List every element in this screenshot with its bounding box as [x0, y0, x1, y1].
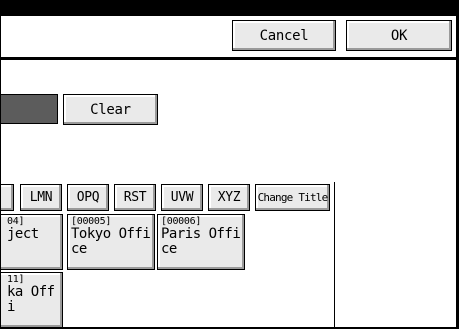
clear-button-label: Clear — [90, 101, 131, 118]
tab-partial[interactable] — [1, 184, 14, 211]
tab-xyz-label: XYZ — [217, 190, 241, 205]
destination-key-partial-2[interactable]: 11] ka Offi — [1, 272, 63, 327]
destination-key-partial-1[interactable]: 04] ject — [1, 214, 63, 270]
tab-uvw-label: UVW — [170, 190, 194, 205]
destination-key-tokyo-office[interactable]: [00005] Tokyo Office — [67, 214, 155, 270]
tab-opq-label: OPQ — [76, 190, 100, 205]
tab-opq[interactable]: OPQ — [67, 184, 109, 211]
clear-button[interactable]: Clear — [63, 94, 158, 125]
tab-uvw[interactable]: UVW — [161, 184, 203, 211]
header-divider — [1, 57, 456, 60]
tab-lmn-label: LMN — [29, 190, 53, 205]
search-field-display[interactable] — [1, 94, 58, 124]
destination-name: ka Offi — [7, 284, 55, 315]
destination-name: Paris Office — [161, 226, 241, 257]
tab-xyz[interactable]: XYZ — [208, 184, 250, 211]
ok-button[interactable]: OK — [346, 20, 452, 51]
screen: Cancel OK Clear LMN OPQ RST UVW XYZ Chan… — [1, 2, 456, 327]
ok-button-label: OK — [390, 27, 408, 44]
destination-name: Tokyo Office — [71, 226, 151, 257]
tab-lmn[interactable]: LMN — [20, 184, 62, 211]
change-title-button-label: Change Title — [257, 191, 329, 204]
cancel-button[interactable]: Cancel — [232, 20, 336, 51]
change-title-button[interactable]: Change Title — [255, 184, 330, 211]
tab-rst[interactable]: RST — [114, 184, 156, 211]
cancel-button-label: Cancel — [259, 27, 309, 44]
destination-key-paris-office[interactable]: [00006] Paris Office — [157, 214, 245, 270]
tab-rst-label: RST — [123, 190, 147, 205]
top-strip — [1, 2, 456, 16]
destination-name: ject — [7, 226, 39, 242]
